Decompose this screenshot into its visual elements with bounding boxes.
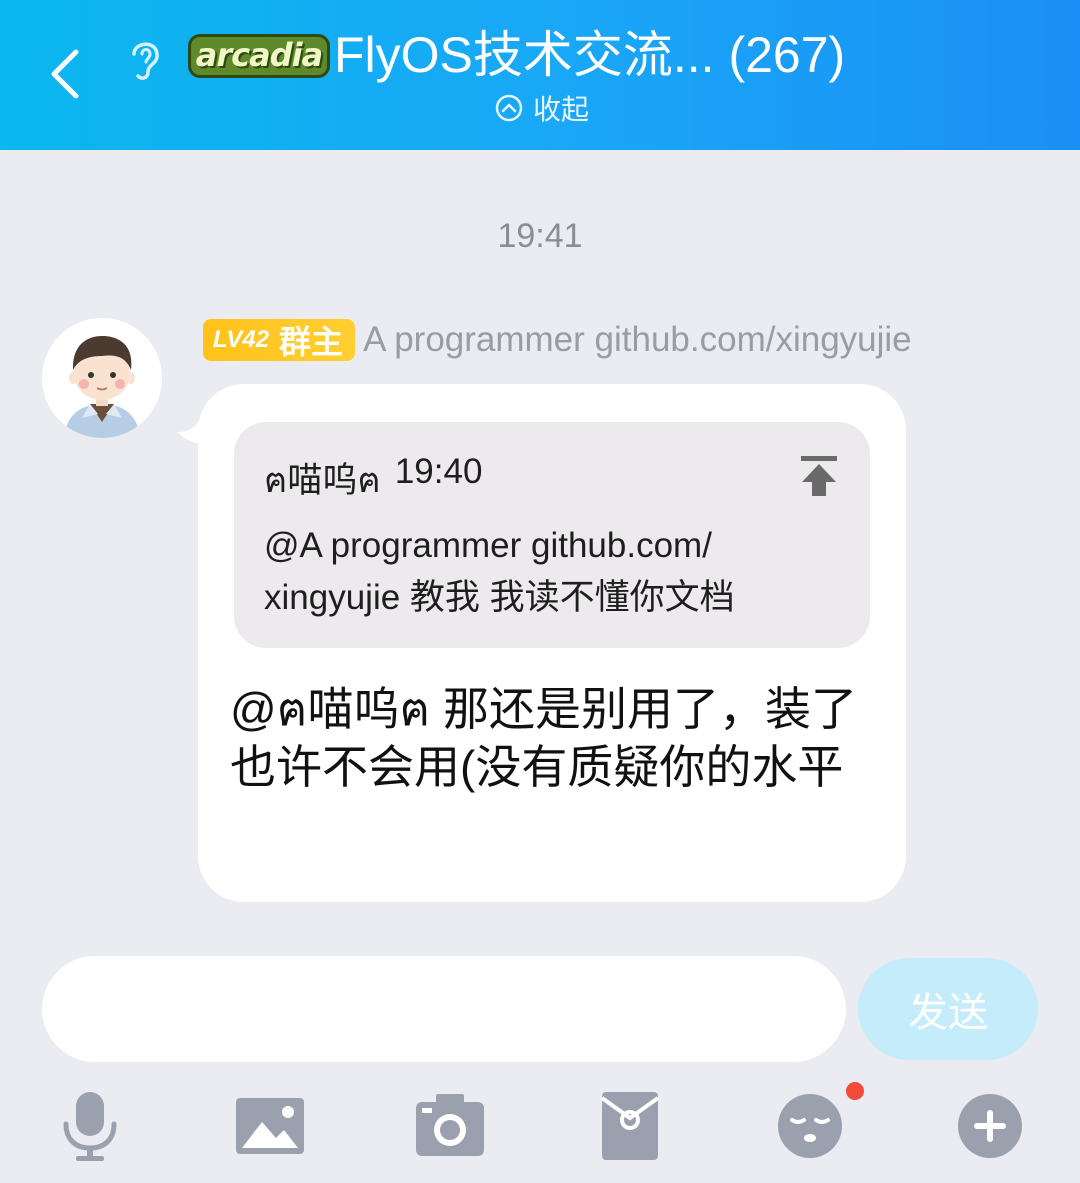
chat-header: arcadia FlyOS技术交流... (267) 收起 xyxy=(0,0,1080,150)
level-label: LV42 xyxy=(213,326,270,353)
group-title[interactable]: FlyOS技术交流... (267) xyxy=(334,24,1054,86)
sender-info: LV42 群主 A programmer github.com/xingyuji… xyxy=(203,318,912,362)
message-input[interactable] xyxy=(42,956,846,1062)
collapse-button[interactable]: 收起 xyxy=(495,90,589,126)
quoted-message[interactable]: ฅ喵呜ฅ 19:40 @A programmer github.com/ xin… xyxy=(234,422,870,648)
sender-avatar[interactable] xyxy=(42,318,162,438)
collapse-label: 收起 xyxy=(533,94,590,125)
ear-icon[interactable] xyxy=(124,36,166,82)
avatar-illustration xyxy=(42,318,162,438)
plus-icon[interactable] xyxy=(952,1088,1028,1164)
group-logo: arcadia xyxy=(188,34,330,78)
level-badge: LV42 群主 xyxy=(203,319,356,361)
send-button[interactable]: 发送 xyxy=(858,958,1038,1060)
notification-dot xyxy=(846,1082,864,1100)
image-icon[interactable] xyxy=(232,1088,308,1164)
back-arrow-icon[interactable] xyxy=(44,44,88,104)
camera-icon[interactable] xyxy=(412,1088,488,1164)
quote-author: ฅ喵呜ฅ xyxy=(264,461,381,500)
quote-time: 19:40 xyxy=(394,452,483,491)
message-timestamp: 19:41 xyxy=(497,217,583,255)
sender-name[interactable]: A programmer github.com/xingyujie xyxy=(363,320,912,360)
chevron-up-circle-icon xyxy=(495,94,523,122)
quote-text: @A programmer github.com/ xingyujie 教我 我… xyxy=(264,526,735,617)
red-packet-icon[interactable] xyxy=(592,1088,668,1164)
emoji-icon[interactable] xyxy=(772,1088,848,1164)
quote-header: ฅ喵呜ฅ 19:40 xyxy=(264,452,482,508)
microphone-icon[interactable] xyxy=(52,1088,128,1164)
role-label: 群主 xyxy=(279,324,344,360)
jump-to-top-icon[interactable] xyxy=(798,452,840,498)
message-text: @ฅ喵呜ฅ 那还是别用了，装了也许不会用(没有质疑你的水平 xyxy=(230,683,858,793)
